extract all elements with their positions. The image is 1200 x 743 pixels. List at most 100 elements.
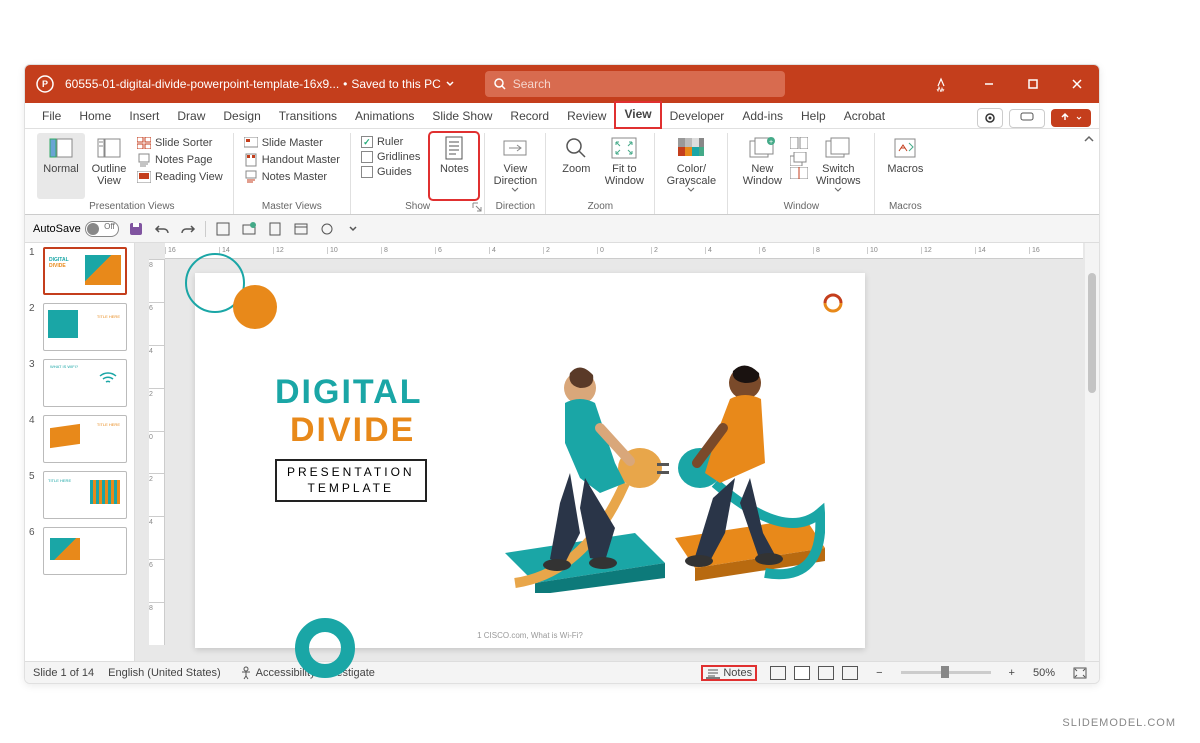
quick-access-toolbar: AutoSave Off [25,215,1099,243]
decoration-dot-orange [233,285,277,329]
arrange-all-icon[interactable] [790,137,808,151]
collapse-ribbon-button[interactable] [1083,133,1095,145]
chevron-down-icon [834,187,842,193]
view-direction-button[interactable]: View Direction [491,133,539,199]
reading-view-button[interactable]: Reading View [133,169,227,185]
move-split-icon[interactable] [790,167,808,181]
tab-home[interactable]: Home [70,104,120,128]
slide-canvas[interactable]: DIGITAL DIVIDE PRESENTATIONTEMPLATE [195,273,865,648]
zoom-in-button[interactable]: + [1005,666,1019,680]
horizontal-ruler[interactable]: 1614121086420246810121416 [165,243,1083,259]
tab-draw[interactable]: Draw [168,104,214,128]
qat-icon-4[interactable] [292,220,310,238]
decoration-logo [821,291,845,315]
status-bar: Slide 1 of 14 English (United States) Ac… [25,661,1099,683]
zoom-slider[interactable] [901,671,991,674]
qat-icon-2[interactable] [240,220,258,238]
save-icon[interactable] [127,220,145,238]
slide-editor[interactable]: 1614121086420246810121416 864202468 DIGI… [135,243,1099,661]
outline-view-button[interactable]: Outline View [85,133,133,199]
slide-master-button[interactable]: Slide Master [240,135,344,151]
tab-file[interactable]: File [33,104,70,128]
tab-animations[interactable]: Animations [346,104,423,128]
vertical-scrollbar[interactable] [1085,243,1099,661]
color-grayscale-button[interactable]: Color/ Grayscale [661,133,721,210]
minimize-button[interactable] [967,65,1011,103]
qat-icon-1[interactable] [214,220,232,238]
group-direction: View Direction Direction [485,133,546,214]
qat-customize-icon[interactable] [344,220,362,238]
tab-transitions[interactable]: Transitions [270,104,346,128]
thumbnail-2[interactable]: 2TITLE HERE [29,303,130,351]
svg-text:P: P [42,79,48,89]
zoom-percent[interactable]: 50% [1033,667,1055,679]
tab-addins[interactable]: Add-ins [733,104,792,128]
camera-button[interactable] [977,108,1003,128]
tab-design[interactable]: Design [214,104,269,128]
zoom-out-button[interactable]: − [872,666,886,680]
thumbnail-1[interactable]: 1DIGITALDIVIDE [29,247,130,295]
tab-review[interactable]: Review [558,104,615,128]
status-notes-button[interactable]: Notes [702,666,756,680]
maximize-button[interactable] [1011,65,1055,103]
language-indicator[interactable]: English (United States) [108,667,221,679]
autosave-toggle[interactable]: AutoSave Off [33,221,119,237]
reading-view-icon[interactable] [818,666,834,680]
zoom-button[interactable]: Zoom [552,133,600,199]
qat-icon-3[interactable] [266,220,284,238]
tab-acrobat[interactable]: Acrobat [835,104,894,128]
normal-view-icon[interactable] [770,666,786,680]
close-button[interactable] [1055,65,1099,103]
thumbnail-3[interactable]: 3WHAT IS WIFI? [29,359,130,407]
slide-heading-1: DIGITAL [275,373,422,412]
save-status[interactable]: •Saved to this PC [343,77,455,91]
thumbnail-6[interactable]: 6 [29,527,130,575]
slide-sorter-button[interactable]: Slide Sorter [133,135,227,151]
search-input[interactable]: Search [485,71,785,97]
tab-help[interactable]: Help [792,104,835,128]
switch-windows-button[interactable]: Switch Windows [808,133,868,199]
ruler-checkbox[interactable]: Ruler [357,135,424,149]
chevron-down-icon [687,187,695,193]
notes-button[interactable]: Notes [430,133,478,199]
notes-page-button[interactable]: Notes Page [133,152,227,168]
notes-master-button[interactable]: Notes Master [240,169,344,185]
thumbnail-4[interactable]: 4TITLE HERE [29,415,130,463]
cascade-icon[interactable] [790,152,808,166]
dialog-launcher-icon[interactable] [472,202,482,212]
gridlines-checkbox[interactable]: Gridlines [357,150,424,164]
app-icon: P [33,72,57,96]
powerpoint-window: P 60555-01-digital-divide-powerpoint-tem… [24,64,1100,684]
tab-insert[interactable]: Insert [120,104,168,128]
vertical-ruler[interactable]: 864202468 [149,259,165,645]
accessibility-icon [239,666,253,680]
handout-master-button[interactable]: Handout Master [240,152,344,168]
thumbnail-5[interactable]: 5TITLE HERE [29,471,130,519]
tab-record[interactable]: Record [501,104,558,128]
slideshow-view-icon[interactable] [842,666,858,680]
chevron-down-icon [445,79,455,89]
tab-view[interactable]: View [615,102,660,128]
search-icon [493,77,507,91]
qat-icon-5[interactable] [318,220,336,238]
macros-button[interactable]: Macros [881,133,929,199]
comments-button[interactable] [1009,109,1045,128]
redo-icon[interactable] [179,220,197,238]
fit-to-window-button[interactable]: Fit to Window [600,133,648,199]
ribbon-view: Normal Outline View Slide Sorter Notes P… [25,129,1099,215]
tab-developer[interactable]: Developer [661,104,734,128]
document-title: 60555-01-digital-divide-powerpoint-templ… [65,77,339,91]
sorter-view-icon[interactable] [794,666,810,680]
share-button[interactable] [1051,109,1091,127]
undo-icon[interactable] [153,220,171,238]
tab-slideshow[interactable]: Slide Show [423,104,501,128]
ribbon-tabs: File Home Insert Draw Design Transitions… [25,103,1099,129]
slide-thumbnails-pane[interactable]: 1DIGITALDIVIDE 2TITLE HERE 3WHAT IS WIFI… [25,243,135,661]
titlebar: P 60555-01-digital-divide-powerpoint-tem… [25,65,1099,103]
dictate-icon[interactable] [919,65,963,103]
guides-checkbox[interactable]: Guides [357,165,424,179]
new-window-button[interactable]: + New Window [734,133,790,199]
normal-view-button[interactable]: Normal [37,133,85,199]
fit-slide-button[interactable] [1069,666,1091,680]
slide-indicator[interactable]: Slide 1 of 14 [33,667,94,679]
